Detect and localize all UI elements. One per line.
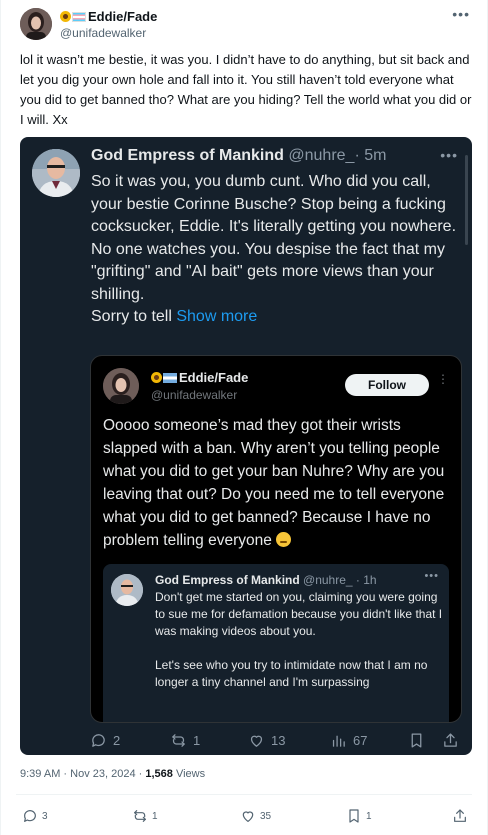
handle[interactable]: @unifadewalker [60, 26, 146, 40]
third-time: · 1h [355, 573, 377, 587]
third-text: Don't get me started on you, claiming yo… [155, 590, 443, 689]
third-handle: @nuhre_ [303, 573, 353, 587]
quoted-display-name: God Empress of Mankind [91, 147, 284, 164]
display-name[interactable]: Eddie/Fade [60, 9, 157, 24]
follow-button[interactable]: Follow [345, 374, 429, 396]
post-text: lol it wasn’t me bestie, it was you. I d… [20, 52, 476, 127]
like-button[interactable]: 35 [240, 806, 271, 826]
flag-icon [163, 373, 177, 383]
repost-count: 1 [152, 810, 158, 822]
avatar[interactable] [20, 8, 52, 40]
nested-quoted-card[interactable]: Eddie/Fade @unifadewalker Follow ⋮ Ooooo… [90, 355, 462, 723]
show-more-link[interactable]: Show more [176, 308, 257, 325]
nested-display-name-text: Eddie/Fade [179, 370, 249, 385]
repost-icon [172, 733, 185, 747]
post-meta: 9:39 AM · Nov 23, 2024 · 1,568 Views [20, 768, 205, 780]
quoted-author[interactable]: God Empress of Mankind @nuhre_· 5m [91, 147, 386, 165]
avatar[interactable] [111, 574, 143, 606]
heart-icon [242, 811, 254, 822]
nested-text-body: Ooooo someone’s mad they got their wrist… [103, 417, 449, 549]
views-count: 1,568 [145, 768, 173, 780]
reply-button[interactable]: 3 [22, 806, 48, 826]
reply-count: 3 [42, 810, 48, 822]
timestamp[interactable]: 9:39 AM · Nov 23, 2024 · [20, 768, 145, 780]
repost-button[interactable]: 1 [170, 729, 200, 751]
more-horizontal-icon[interactable]: ••• [440, 147, 458, 163]
share-button[interactable] [452, 806, 468, 826]
share-icon [444, 732, 457, 747]
nested-text: Ooooo someone’s mad they got their wrist… [103, 414, 453, 552]
more-vertical-icon[interactable]: ⋮ [437, 372, 449, 386]
repost-icon [134, 810, 146, 822]
quoted-handle: @nuhre_ [288, 147, 355, 164]
views-icon [332, 735, 345, 747]
like-count: 13 [271, 732, 286, 748]
third-author[interactable]: God Empress of Mankind @nuhre_ · 1h [155, 573, 377, 587]
reply-icon [24, 810, 36, 822]
nested-handle[interactable]: @unifadewalker [151, 388, 237, 402]
nested-display-name[interactable]: Eddie/Fade [151, 370, 248, 385]
like-count: 35 [260, 810, 272, 822]
more-horizontal-icon[interactable]: ••• [424, 570, 439, 582]
like-button[interactable]: 13 [248, 729, 285, 751]
third-display-name: God Empress of Mankind [155, 573, 300, 587]
bookmark-button[interactable] [408, 729, 425, 751]
bookmark-icon [349, 809, 359, 823]
winking-face-icon [276, 532, 292, 547]
quoted-text: So it was you, you dumb cunt. Who did yo… [91, 171, 465, 329]
scrollbar[interactable] [465, 155, 468, 245]
action-bar: 3 1 35 1 [20, 806, 472, 826]
more-horizontal-icon[interactable]: ••• [452, 6, 470, 22]
trans-flag-icon [72, 12, 86, 22]
display-name-text: Eddie/Fade [88, 9, 158, 24]
avatar[interactable] [103, 368, 139, 404]
third-quoted-card[interactable]: God Empress of Mankind @nuhre_ · 1h ••• … [103, 564, 449, 722]
sunflower-icon [151, 372, 162, 383]
reply-count: 2 [113, 732, 121, 748]
bookmark-button[interactable]: 1 [346, 806, 372, 826]
repost-button[interactable]: 1 [132, 806, 158, 826]
bookmark-count: 1 [366, 810, 372, 822]
repost-count: 1 [193, 732, 201, 748]
bookmark-icon [411, 732, 422, 748]
sunflower-icon [60, 11, 71, 22]
share-button[interactable] [442, 729, 459, 751]
views-label: Views [172, 768, 206, 780]
quoted-post-card[interactable]: God Empress of Mankind @nuhre_· 5m ••• S… [20, 137, 472, 755]
quoted-time: · 5m [354, 147, 387, 164]
heart-icon [250, 735, 263, 747]
views-count: 67 [353, 732, 368, 748]
quoted-action-bar: 2 1 13 67 [90, 729, 468, 755]
post-header: Eddie/Fade @unifadewalker ••• [16, 6, 476, 42]
reply-button[interactable]: 2 [90, 729, 120, 751]
quoted-text-body: So it was you, you dumb cunt. Who did yo… [91, 173, 457, 325]
reply-icon [92, 733, 105, 747]
views-button[interactable]: 67 [330, 729, 367, 751]
share-icon [454, 809, 466, 822]
avatar[interactable] [32, 149, 80, 197]
divider [16, 794, 472, 795]
